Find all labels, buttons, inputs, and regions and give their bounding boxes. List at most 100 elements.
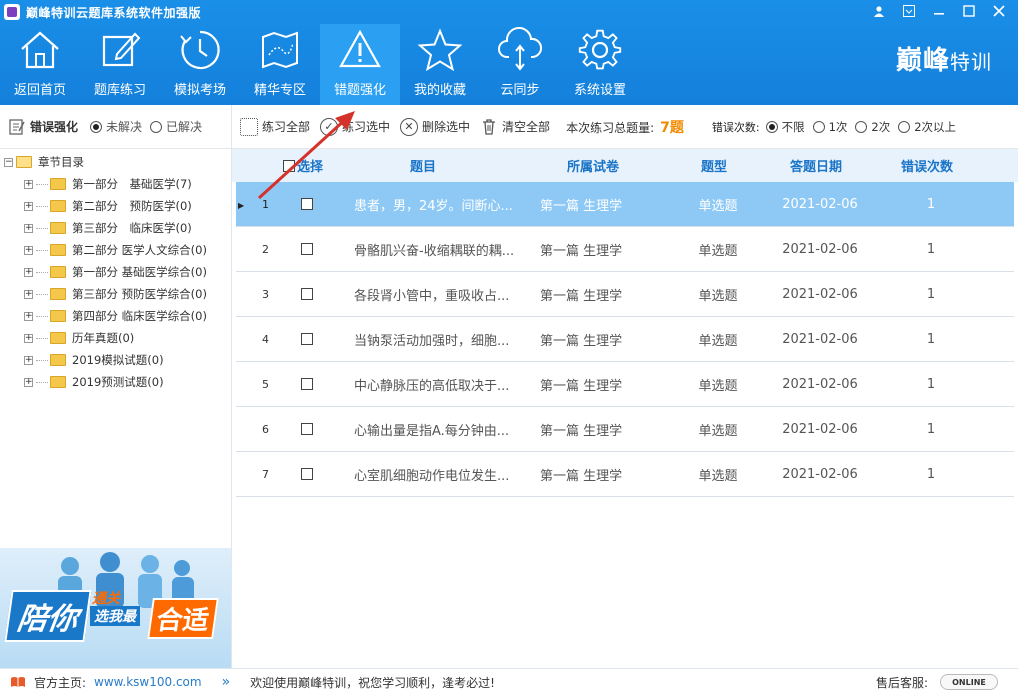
error-option-label: 不限 (781, 119, 805, 134)
header-date[interactable]: 答题日期 (760, 156, 872, 175)
table-row[interactable]: 7 心室肌细胞动作电位发生... 第一篇 生理学 单选题 2021-02-06 1 (236, 452, 1014, 497)
radio[interactable] (812, 120, 825, 133)
expand-icon[interactable]: + (24, 245, 33, 255)
header-errors[interactable]: 错误次数 (872, 156, 982, 175)
row-checkbox[interactable] (301, 468, 313, 480)
close-icon[interactable] (984, 0, 1014, 22)
header-paper[interactable]: 所属试卷 (518, 156, 668, 175)
expand-icon[interactable]: + (24, 223, 33, 233)
practice-selected-label: 练习选中 (342, 120, 391, 134)
row-checkbox[interactable] (301, 243, 313, 255)
banner-line2: 选我最 (90, 606, 140, 626)
homepage-link[interactable]: www.ksw100.com (94, 675, 202, 689)
error-count: 1 (926, 376, 936, 392)
nav-settings[interactable]: 系统设置 (560, 24, 640, 105)
tree-item-label: 第三部分 临床医学(0) (72, 221, 192, 235)
brand-logo: 巅峰特训 (896, 40, 992, 77)
row-select[interactable] (282, 468, 332, 480)
expand-icon[interactable]: + (24, 377, 33, 387)
delete-selected-button[interactable]: ✕ 删除选中 (400, 117, 470, 136)
nav-label: 返回首页 (13, 83, 66, 98)
row-checkbox[interactable] (301, 333, 313, 345)
header-question[interactable]: 题目 (328, 156, 518, 175)
clear-all-button[interactable]: 清空全部 (480, 118, 550, 136)
row-checkbox[interactable] (301, 288, 313, 300)
tree-item[interactable]: +2019模拟试题(0) (0, 349, 231, 371)
expand-icon[interactable]: + (24, 179, 33, 189)
row-select[interactable] (282, 198, 332, 210)
error-filter-2plus[interactable]: 2次以上 (898, 119, 956, 135)
row-select[interactable] (282, 288, 332, 300)
solved-radio[interactable] (150, 120, 163, 133)
tree-connector (36, 381, 48, 383)
table-row[interactable]: 6 心输出量是指A.每分钟由... 第一篇 生理学 单选题 2021-02-06 1 (236, 407, 1014, 452)
row-select[interactable] (282, 243, 332, 255)
row-select[interactable] (282, 378, 332, 390)
header-select: 选择 (296, 160, 323, 175)
user-icon[interactable] (864, 0, 894, 22)
question-text: 心室肌细胞动作电位发生... (354, 468, 510, 484)
expand-icon[interactable]: + (24, 333, 33, 343)
radio[interactable] (898, 120, 911, 133)
tree-item[interactable]: + 第一部分 基础医学综合(0) (0, 261, 231, 283)
tree-item[interactable]: + 第三部分 预防医学综合(0) (0, 283, 231, 305)
collapse-icon[interactable]: − (4, 157, 13, 167)
nav-label: 系统设置 (573, 83, 626, 98)
table-row[interactable]: 5 中心静脉压的高低取决于... 第一篇 生理学 单选题 2021-02-06 1 (236, 362, 1014, 407)
expand-icon[interactable]: + (24, 355, 33, 365)
expand-icon[interactable]: + (24, 267, 33, 277)
online-service-button[interactable]: ONLINE (940, 674, 998, 690)
row-select[interactable] (282, 333, 332, 345)
nav-practice[interactable]: 题库练习 (80, 24, 160, 105)
select-all-checkbox[interactable] (282, 159, 295, 172)
tree-item[interactable]: + 第二部分 预防医学(0) (0, 195, 231, 217)
answer-date: 2021-02-06 (782, 286, 858, 302)
tree-item[interactable]: + 第四部分 临床医学综合(0) (0, 305, 231, 327)
tree-item[interactable]: + 第三部分 临床医学(0) (0, 217, 231, 239)
question-type: 单选题 (698, 198, 738, 214)
radio[interactable] (855, 120, 868, 133)
error-option-label: 2次 (871, 119, 891, 134)
top-header: 巅峰特训云题库系统软件加强版 返回首页 题库练习 模拟考场 精华专区 错题强化 … (0, 0, 1018, 105)
tree-connector (36, 359, 48, 361)
table-row[interactable]: 4 当钠泵活动加强时，细胞... 第一篇 生理学 单选题 2021-02-06 1 (236, 317, 1014, 362)
row-checkbox[interactable] (301, 198, 313, 210)
error-filter-1[interactable]: 1次 (812, 119, 847, 135)
practice-all-button[interactable]: 练习全部 (240, 117, 310, 136)
promo-banner[interactable]: 陪你 通关 选我最 合适 (0, 548, 231, 668)
expand-icon[interactable]: + (24, 201, 33, 211)
banner-line1: 通关 (92, 591, 120, 607)
row-select[interactable] (282, 423, 332, 435)
nav-favorites[interactable]: 我的收藏 (400, 24, 480, 105)
row-checkbox[interactable] (301, 423, 313, 435)
table-row[interactable]: 2 骨骼肌兴奋-收缩耦联的耦... 第一篇 生理学 单选题 2021-02-06 1 (236, 227, 1014, 272)
header-type[interactable]: 题型 (668, 156, 760, 175)
tree-item-label: 第二部分 预防医学(0) (72, 199, 192, 213)
select-all-header[interactable]: 选择 (278, 156, 328, 175)
unsolved-radio[interactable] (90, 120, 103, 133)
tree-item[interactable]: + 第二部分 医学人文综合(0) (0, 239, 231, 261)
expand-icon[interactable]: + (24, 311, 33, 321)
table-row[interactable]: ▶ 1 患者，男，24岁。间断心... 第一篇 生理学 单选题 2021-02-06 1 (236, 182, 1014, 227)
practice-selected-button[interactable]: ✓ 练习选中 (320, 117, 391, 136)
row-checkbox[interactable] (301, 378, 313, 390)
nav-mock-exam[interactable]: 模拟考场 (160, 24, 240, 105)
expand-icon[interactable]: + (24, 289, 33, 299)
app-logo-icon (4, 4, 20, 20)
tree-root[interactable]: − 章节目录 (0, 151, 231, 173)
error-filter-unlimited[interactable]: 不限 (765, 119, 805, 135)
tree-item[interactable]: +2019预测试题(0) (0, 371, 231, 393)
tree-item[interactable]: + 第一部分 基础医学(7) (0, 173, 231, 195)
error-filter-2[interactable]: 2次 (855, 119, 890, 135)
tree-item[interactable]: + 历年真题(0) (0, 327, 231, 349)
minimize-icon[interactable] (924, 0, 954, 22)
table-row[interactable]: 3 各段肾小管中，重吸收占... 第一篇 生理学 单选题 2021-02-06 1 (236, 272, 1014, 317)
nav-featured[interactable]: 精华专区 (240, 24, 320, 105)
nav-cloud-sync[interactable]: 云同步 (480, 24, 560, 105)
nav-home[interactable]: 返回首页 (0, 24, 80, 105)
nav-wrong-questions[interactable]: 错题强化 (320, 24, 400, 105)
tree-item-label: 第四部分 临床医学综合(0) (72, 309, 207, 323)
maximize-icon[interactable] (954, 0, 984, 22)
radio-selected[interactable] (765, 120, 778, 133)
menu-icon[interactable] (894, 0, 924, 22)
